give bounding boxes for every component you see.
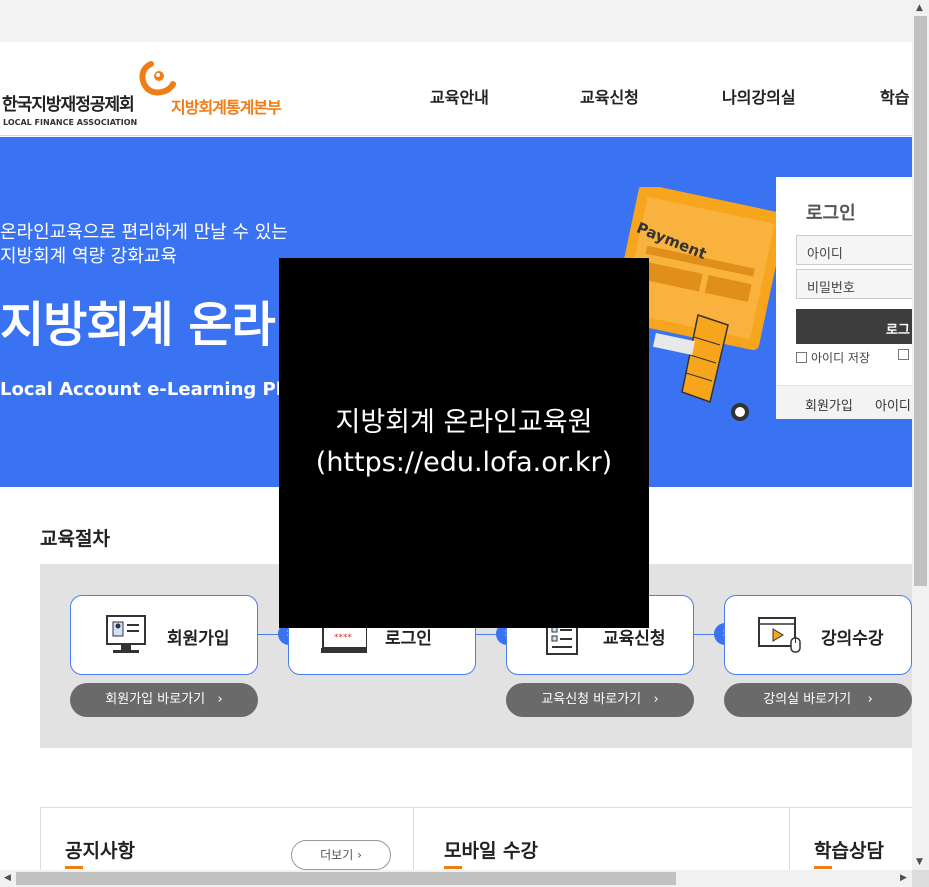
logo-english-name: LOCAL FINANCE ASSOCIATION [3,118,138,127]
overlay-line2: (https://edu.lofa.or.kr) [315,447,613,478]
checkbox-box[interactable] [898,349,909,360]
notice-panel: 공지사항 더보기 › [40,808,414,870]
vertical-scrollbar[interactable]: ▲ ▼ [912,0,929,870]
apply-shortcut-button[interactable]: 교육신청 바로가기 › [506,683,694,717]
step-card-lecture: 강의수강 [724,595,912,675]
consult-panel: 학습상담 [790,808,912,870]
step-card-join: 회원가입 [70,595,258,675]
chevron-right-icon: › [855,692,873,707]
join-link[interactable]: 회원가입 [805,395,853,414]
login-footer: 회원가입 아이디 [776,385,912,419]
logo-department: 지방회계통계본부 [171,98,282,117]
scroll-down-icon[interactable]: ▼ [916,857,923,867]
title-underline [65,866,83,869]
hero-english-title: Local Account e-Learning Pl [0,379,282,400]
more-label: 더보기 [320,848,354,862]
bottom-section: 공지사항 더보기 › 모바일 수강 학습상담 [40,807,912,870]
chevron-right-icon: › [645,692,659,707]
find-id-link[interactable]: 아이디 [875,395,911,414]
checkbox-box[interactable] [796,352,807,363]
nav-my-classroom[interactable]: 나의강의실 [722,84,796,108]
consult-title: 학습상담 [814,840,884,862]
password-input[interactable]: 비밀번호 [796,269,912,299]
video-player-icon [758,617,801,653]
nav-education-guide[interactable]: 교육안내 [430,84,489,108]
hero-subtitle: 온라인교육으로 편리하게 만날 수 있는 지방회계 역량 강화교육 [0,221,288,269]
horizontal-scroll-thumb[interactable] [16,872,676,885]
classroom-shortcut-label: 강의실 바로가기 [763,692,852,707]
join-shortcut-button[interactable]: 회원가입 바로가기 › [70,683,258,717]
horizontal-scrollbar[interactable]: ◀ ▶ [0,870,912,887]
chevron-right-icon: › [209,692,223,707]
site-header: 한국지방재정공제회 LOCAL FINANCE ASSOCIATION 지방회계… [0,42,912,136]
site-logo[interactable]: 한국지방재정공제회 LOCAL FINANCE ASSOCIATION 지방회계… [0,50,310,130]
scroll-left-icon[interactable]: ◀ [4,873,11,883]
title-underline [444,866,462,869]
save-id-label: 아이디 저장 [811,351,871,365]
join-shortcut-label: 회원가입 바로가기 [105,692,206,707]
classroom-shortcut-button[interactable]: 강의실 바로가기 › [724,683,912,717]
mobile-panel: 모바일 수강 [414,808,790,870]
apply-shortcut-label: 교육신청 바로가기 [541,692,642,707]
step-label: 강의수강 [821,629,884,649]
id-input[interactable]: 아이디 [796,235,912,265]
hero-subtitle-line1: 온라인교육으로 편리하게 만날 수 있는 [0,222,288,243]
notice-title: 공지사항 [65,840,135,862]
login-button[interactable]: 로그 [796,309,912,344]
second-checkbox[interactable] [898,349,912,360]
overlay-line1: 지방회계 온라인교육원 [335,407,593,438]
hero-title: 지방회계 온라 [0,297,276,353]
login-box: 로그인 아이디 비밀번호 로그 아이디 저장 회원가입 아이디 [776,177,912,419]
title-underline [814,866,832,869]
step-label: 회원가입 [167,629,230,649]
scroll-up-icon[interactable]: ▲ [916,3,923,13]
logo-korean-name: 한국지방재정공제회 [2,95,135,115]
overlay-caption: 지방회계 온라인교육원 (https://edu.lofa.or.kr) [279,403,649,483]
scroll-right-icon[interactable]: ▶ [900,873,907,883]
caption-overlay: 지방회계 온라인교육원 (https://edu.lofa.or.kr) [279,258,649,628]
computer-user-icon [106,615,146,653]
chevron-right-icon: › [357,848,362,862]
vertical-scroll-thumb[interactable] [914,16,927,586]
login-title: 로그인 [806,203,856,224]
nav-education-apply[interactable]: 교육신청 [580,84,639,108]
logo-mark-icon [139,61,176,96]
more-button[interactable]: 더보기 › [291,840,391,870]
password-mask-text: **** [334,633,353,643]
save-id-checkbox[interactable]: 아이디 저장 [796,349,870,366]
mobile-title: 모바일 수강 [444,840,539,862]
scrollbar-corner [912,870,929,887]
procedure-title: 교육절차 [40,528,110,550]
hero-subtitle-line2: 지방회계 역량 강화교육 [0,246,178,267]
nav-learning[interactable]: 학습 [880,84,909,108]
page: 한국지방재정공제회 LOCAL FINANCE ASSOCIATION 지방회계… [0,0,912,870]
browser-top-strip [0,0,912,42]
